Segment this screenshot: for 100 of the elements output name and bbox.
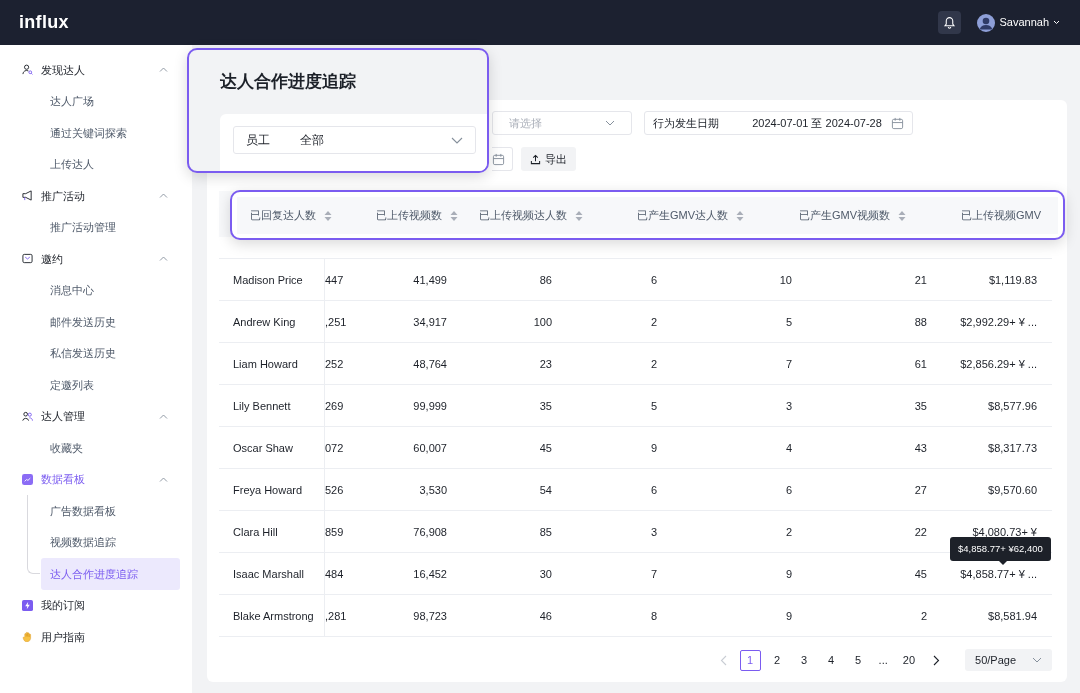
user-menu[interactable]: Savannah — [977, 13, 1060, 32]
sidebar-item[interactable]: 通过关键词探索 — [41, 117, 180, 149]
tooltip: $4,858.77+ ¥62,400 — [950, 537, 1051, 562]
table-cell-text: ,251 — [325, 314, 348, 330]
table-cell-text: 447 — [325, 272, 345, 288]
column-header[interactable]: 已上传视频达人数 — [479, 207, 567, 224]
date-field[interactable] — [492, 147, 513, 171]
page-button[interactable]: 2 — [766, 649, 788, 671]
sort-icon[interactable] — [898, 209, 907, 222]
table-cell-text: 45 — [538, 440, 553, 456]
mail-icon — [22, 253, 33, 265]
table-cell-text: 252 — [325, 356, 345, 372]
table-cell: Liam Howard — [219, 343, 325, 385]
sidebar-item[interactable]: 广告数据看板 — [41, 495, 180, 527]
chevron-down-icon — [1032, 657, 1042, 663]
page-button[interactable]: 20 — [897, 649, 920, 671]
sidebar-item[interactable]: 邮件发送历史 — [41, 306, 180, 338]
table-cell-text: 99,999 — [412, 398, 448, 414]
sidebar-group[interactable]: 达人管理 — [0, 400, 184, 432]
sidebar-group[interactable]: 邀约 — [0, 243, 184, 275]
sidebar-item[interactable]: 定邀列表 — [41, 369, 180, 401]
page-button[interactable]: 5 — [847, 649, 869, 671]
chevron-left-icon — [719, 655, 727, 667]
table-cell-text: 3,530 — [418, 482, 448, 498]
table-cell-text: 46 — [538, 608, 553, 624]
table-cell-text: 6 — [649, 482, 658, 498]
table-cell-text: 2 — [649, 314, 658, 330]
sort-icon[interactable] — [736, 209, 745, 222]
chart-icon — [22, 473, 33, 485]
sidebar-item[interactable]: 视频数据追踪 — [41, 526, 180, 558]
table-cell-text: 5 — [784, 314, 793, 330]
sort-icon[interactable] — [324, 209, 332, 222]
table-cell-text: 54 — [538, 482, 553, 498]
table-cell-text: 526 — [325, 482, 345, 498]
sidebar-item[interactable]: 达人广场 — [41, 85, 180, 117]
chevron-down-icon — [451, 136, 463, 144]
date-range-field[interactable]: 行为发生日期 2024-07-01 至 2024-07-28 — [644, 111, 913, 135]
export-button[interactable]: 导出 — [521, 147, 576, 171]
column-header[interactable]: 已产生GMV视频数 — [799, 207, 891, 224]
table-cell-text: 269 — [325, 398, 345, 414]
page-button[interactable]: 3 — [793, 649, 815, 671]
upload-icon — [530, 153, 541, 165]
sidebar-group[interactable]: 发现达人 — [0, 54, 184, 86]
user-search-icon — [22, 64, 33, 76]
table-cell-text: 9 — [649, 440, 658, 456]
calendar-icon — [891, 116, 904, 130]
column-header[interactable]: 已回复达人数 — [250, 207, 316, 224]
table-cell-text: 5 — [649, 398, 658, 414]
table-cell-text: 072 — [325, 440, 345, 456]
table-cell-text: 41,499 — [412, 272, 448, 288]
sidebar-group[interactable]: 我的订阅 — [0, 589, 184, 621]
table-cell-text: $4,858.77+ ¥ ... — [959, 566, 1038, 582]
table-cell-text: 4 — [784, 440, 793, 456]
table-cell-text: ,281 — [325, 608, 348, 624]
staff-select[interactable]: 员工 全部 — [233, 126, 476, 155]
table-cell: Freya Howard — [219, 469, 325, 511]
column-header[interactable]: 已上传视频GMV — [961, 207, 1042, 224]
table-cell-text: $8,577.96 — [987, 398, 1038, 414]
caret-icon — [1053, 20, 1060, 25]
table-cell-text: 3 — [649, 524, 658, 540]
sidebar-item[interactable]: 消息中心 — [41, 274, 180, 306]
sidebar-group[interactable]: 用户指南 — [0, 621, 184, 653]
page-button[interactable]: 4 — [820, 649, 842, 671]
table-cell-text: 35 — [538, 398, 553, 414]
column-header[interactable]: 已产生GMV达人数 — [637, 207, 729, 224]
table-cell-text: $2,992.29+ ¥ ... — [959, 314, 1038, 330]
chevron-right-icon — [933, 655, 940, 667]
table-cell-text: 76,908 — [412, 524, 448, 540]
table-cell-text: 34,917 — [412, 314, 448, 330]
table-cell: Oscar Shaw — [219, 427, 325, 469]
table-cell-text: 98,723 — [412, 608, 448, 624]
table-cell: Blake Armstrong — [219, 595, 325, 637]
sidebar-item[interactable]: 推广活动管理 — [41, 211, 180, 243]
page-button[interactable]: 1 — [739, 649, 761, 671]
table-cell-text: 85 — [538, 524, 553, 540]
notification-button[interactable] — [938, 11, 962, 34]
table-cell-text: 8 — [649, 608, 658, 624]
sidebar-item[interactable]: 私信发送历史 — [41, 337, 180, 369]
table-cell: Lily Bennett — [219, 385, 325, 427]
sidebar-group[interactable]: 推广活动 — [0, 180, 184, 212]
sidebar-item[interactable]: 达人合作进度追踪 — [41, 558, 180, 590]
table-cell-text: 16,452 — [412, 566, 448, 582]
ellipsis: ... — [877, 652, 889, 668]
table-cell-text: 100 — [532, 314, 553, 330]
table-cell: Madison Price — [219, 259, 325, 301]
sidebar-item[interactable]: 收藏夹 — [41, 432, 180, 464]
sort-icon[interactable] — [575, 209, 583, 222]
table-cell-text: 6 — [784, 482, 793, 498]
avatar-icon — [977, 13, 996, 32]
chevron-up-icon — [159, 67, 168, 73]
table-cell-text: $8,581.94 — [987, 608, 1038, 624]
sort-icon[interactable] — [450, 209, 458, 222]
sidebar-group[interactable]: 数据看板 — [0, 463, 184, 495]
column-header[interactable]: 已上传视频数 — [376, 207, 442, 224]
table-cell-text: $9,570.60 — [987, 482, 1038, 498]
sidebar-item[interactable]: 上传达人 — [41, 148, 180, 180]
page-size-select[interactable]: 50/Page — [965, 649, 1052, 671]
table-cell-text: $4,080.73+ ¥ — [971, 524, 1038, 540]
table-cell-text: 48,764 — [412, 356, 448, 372]
table-cell-text: 88 — [913, 314, 928, 330]
